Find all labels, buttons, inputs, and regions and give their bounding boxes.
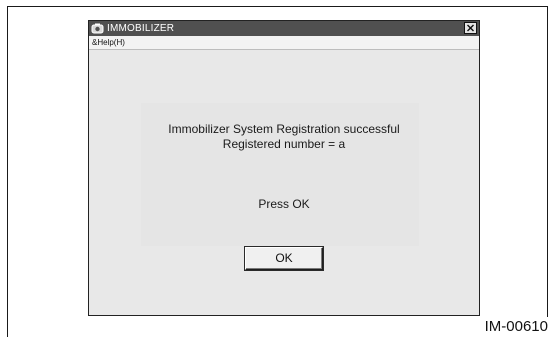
app-icon[interactable] [91, 22, 104, 34]
immobilizer-window: IMMOBILIZER &Help(H) Immobilizer System … [88, 20, 480, 316]
dialog-content [89, 50, 479, 315]
menu-bar: &Help(H) [89, 36, 479, 50]
registered-number-message: Registered number = a [222, 137, 346, 151]
close-button[interactable] [464, 22, 477, 34]
registration-success-message: Immobilizer System Registration successf… [168, 122, 400, 136]
window-title: IMMOBILIZER [107, 23, 175, 34]
close-icon [467, 24, 474, 32]
menu-item-help[interactable]: &Help(H) [92, 37, 125, 48]
press-ok-prompt: Press OK [258, 197, 310, 211]
title-bar[interactable]: IMMOBILIZER [89, 21, 479, 36]
figure-frame-top [7, 6, 548, 7]
ok-button[interactable]: OK [245, 247, 323, 270]
figure-frame-left [7, 6, 8, 337]
figure-label: IM-00610 [484, 318, 548, 335]
